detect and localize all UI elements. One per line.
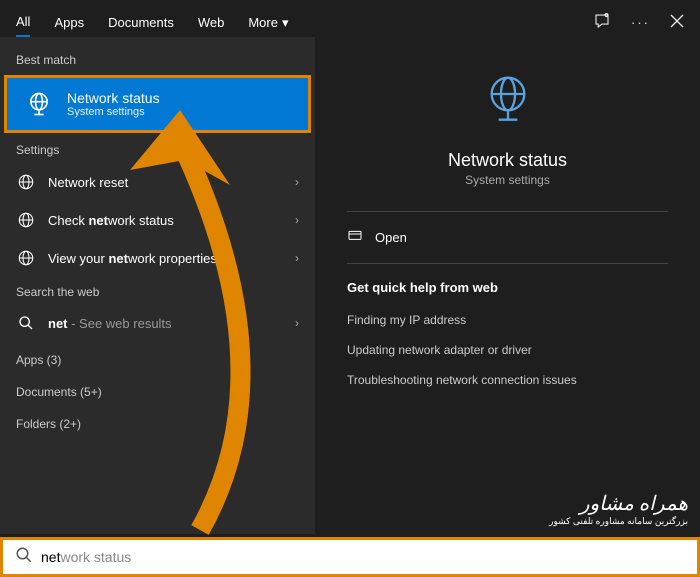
chevron-right-icon: › [295, 251, 299, 265]
feedback-icon[interactable] [593, 12, 611, 33]
search-icon [15, 546, 33, 569]
best-match-item[interactable]: Network status System settings [4, 75, 311, 133]
chevron-right-icon: › [295, 316, 299, 330]
item-label: Check network status [48, 213, 283, 228]
section-apps[interactable]: Apps (3) [0, 341, 315, 373]
search-input[interactable]: network status [41, 549, 131, 565]
section-best-match: Best match [0, 45, 315, 73]
results-panel: Best match Network status System setting… [0, 37, 315, 534]
globe-monitor-icon [480, 73, 536, 134]
chevron-right-icon: › [295, 213, 299, 227]
chevron-right-icon: › [295, 175, 299, 189]
section-search-web: Search the web [0, 277, 315, 305]
chevron-down-icon: ▾ [282, 15, 289, 31]
best-match-title: Network status [67, 90, 160, 106]
settings-item-network-reset[interactable]: Network reset › [0, 163, 315, 201]
globe-icon [23, 88, 55, 120]
best-match-subtitle: System settings [67, 106, 160, 118]
item-label: Network reset [48, 175, 283, 190]
web-search-item[interactable]: net - See web results › [0, 305, 315, 341]
search-icon [16, 315, 36, 331]
detail-subtitle: System settings [465, 173, 550, 187]
search-tabs: All Apps Documents Web More ▾ ··· [0, 0, 700, 37]
globe-icon [16, 249, 36, 267]
open-action[interactable]: Open [347, 212, 668, 263]
section-folders[interactable]: Folders (2+) [0, 405, 315, 437]
watermark: همراه مشاور بزرگترین سامانه مشاوره تلفنی… [549, 491, 688, 527]
tab-apps[interactable]: Apps [54, 9, 84, 36]
globe-icon [16, 211, 36, 229]
detail-panel: Network status System settings Open Get … [315, 37, 700, 534]
close-icon[interactable] [670, 14, 684, 31]
open-icon [347, 228, 363, 247]
item-label: net - See web results [48, 316, 283, 331]
settings-item-check-network[interactable]: Check network status › [0, 201, 315, 239]
tab-all[interactable]: All [16, 8, 30, 37]
tab-more[interactable]: More ▾ [248, 9, 288, 37]
help-link[interactable]: Troubleshooting network connection issue… [347, 365, 668, 395]
section-documents[interactable]: Documents (5+) [0, 373, 315, 405]
help-title: Get quick help from web [347, 280, 668, 295]
more-options-icon[interactable]: ··· [631, 15, 650, 30]
search-bar[interactable]: network status [0, 537, 700, 577]
divider [347, 263, 668, 264]
section-settings: Settings [0, 135, 315, 163]
help-link[interactable]: Finding my IP address [347, 305, 668, 335]
detail-title: Network status [448, 150, 567, 171]
tab-web[interactable]: Web [198, 9, 225, 36]
item-label: View your network properties [48, 251, 283, 266]
tab-documents[interactable]: Documents [108, 9, 174, 36]
help-link[interactable]: Updating network adapter or driver [347, 335, 668, 365]
globe-icon [16, 173, 36, 191]
settings-item-view-properties[interactable]: View your network properties › [0, 239, 315, 277]
